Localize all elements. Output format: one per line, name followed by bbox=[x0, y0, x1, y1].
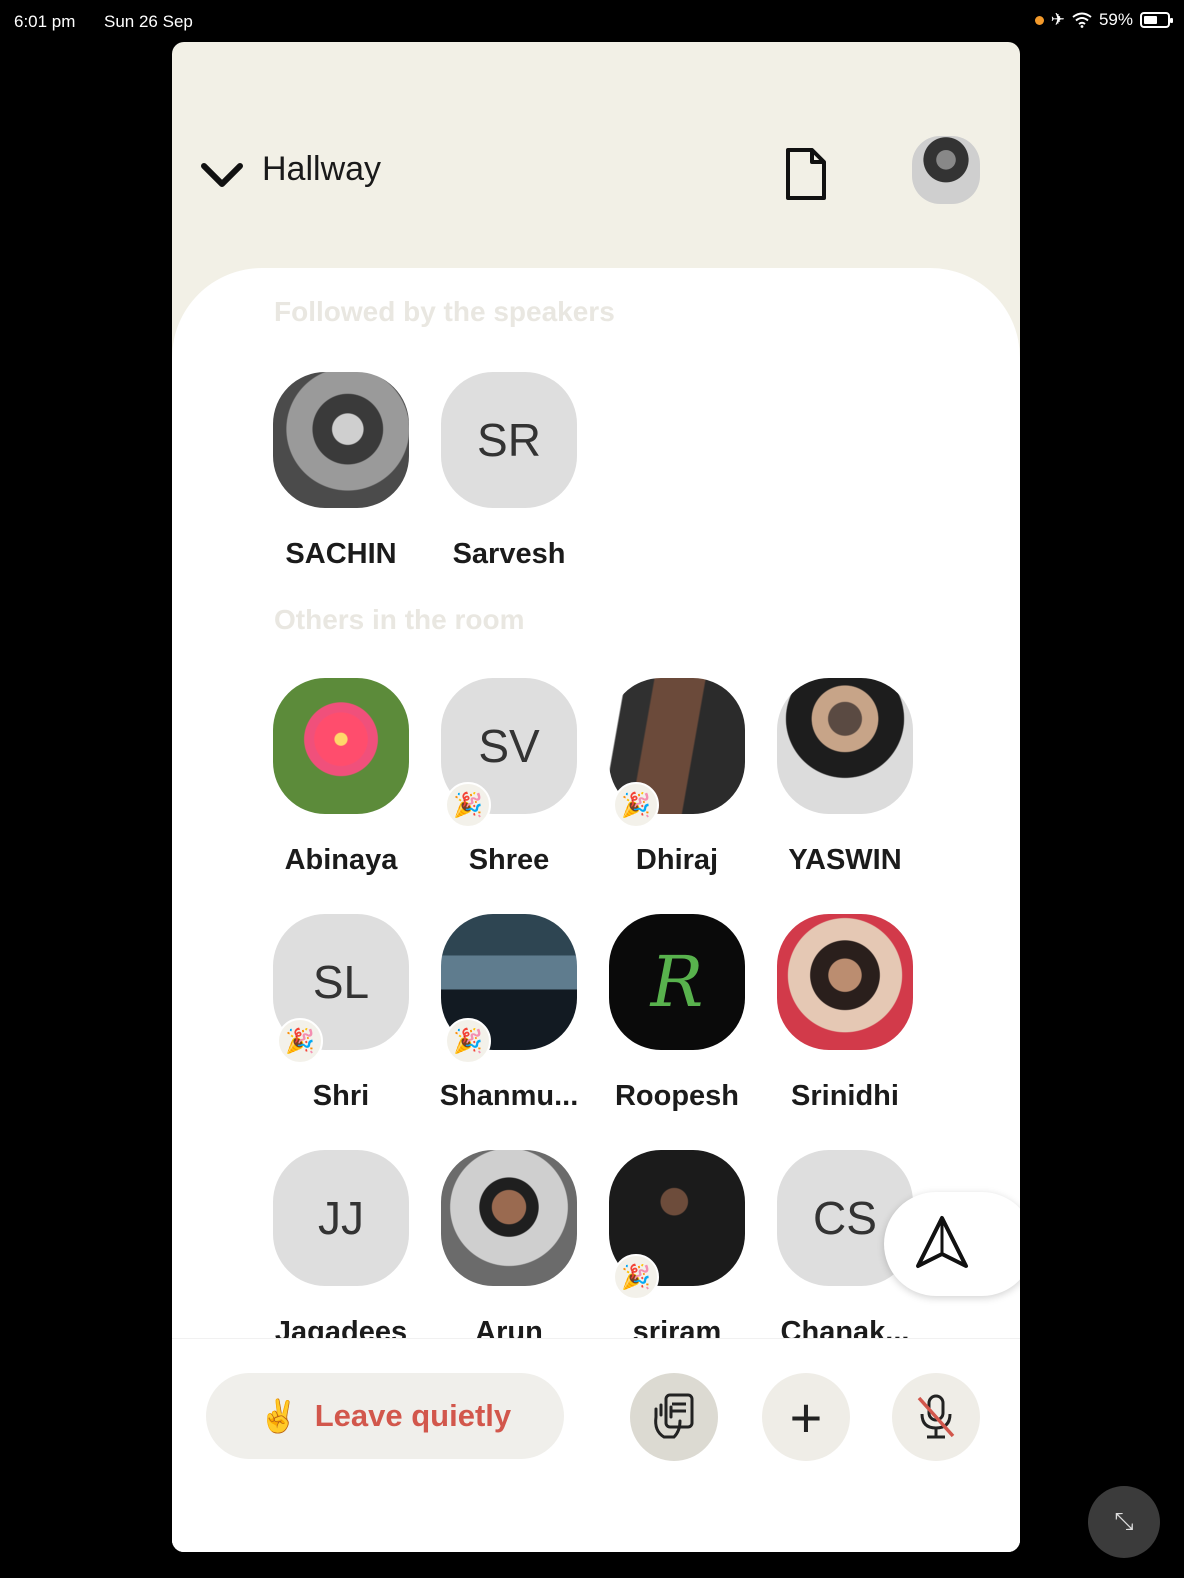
section-followed-title: Followed by the speakers bbox=[274, 296, 615, 327]
leave-quietly-label: Leave quietly bbox=[314, 1398, 512, 1433]
person-card[interactable]: Srinidhi bbox=[770, 914, 920, 1113]
recording-dot-icon bbox=[1034, 15, 1044, 25]
profile-avatar[interactable] bbox=[912, 136, 980, 204]
person-name: Sarvesh bbox=[452, 538, 566, 570]
person-card[interactable]: SACHIN bbox=[266, 372, 416, 571]
raise-hand-button[interactable] bbox=[630, 1373, 718, 1461]
person-card[interactable]: 🎉 Shanmu... bbox=[434, 914, 584, 1113]
avatar[interactable] bbox=[273, 372, 409, 508]
avatar[interactable]: SV 🎉 bbox=[441, 678, 577, 828]
person-name: Shree bbox=[468, 844, 550, 876]
add-button[interactable]: + bbox=[762, 1373, 850, 1461]
status-date: Sun 26 Sep bbox=[104, 12, 193, 31]
person-name: Dhiraj bbox=[635, 844, 719, 876]
mic-toggle-button[interactable] bbox=[892, 1373, 980, 1461]
mic-muted-icon bbox=[917, 1394, 955, 1439]
paper-plane-icon bbox=[916, 1216, 968, 1268]
party-popper-icon: 🎉 bbox=[277, 1018, 323, 1064]
person-name: Roopesh bbox=[614, 1080, 740, 1112]
person-name: Shanmu... bbox=[439, 1080, 579, 1112]
room-header: Hallway bbox=[172, 42, 1020, 302]
person-card[interactable]: R Roopesh bbox=[602, 914, 752, 1113]
person-name: YASWIN bbox=[788, 844, 902, 876]
avatar[interactable] bbox=[777, 914, 913, 1050]
battery-fill bbox=[1144, 16, 1157, 24]
battery-percentage: 59% bbox=[1098, 10, 1133, 29]
status-icons: ✈ 59% bbox=[1034, 10, 1173, 30]
person-card[interactable]: 🎉 Dhiraj bbox=[602, 678, 752, 877]
person-name: Abinaya bbox=[284, 844, 398, 876]
avatar[interactable] bbox=[441, 1150, 577, 1286]
wifi-icon bbox=[1072, 12, 1092, 28]
plus-icon: + bbox=[789, 1385, 823, 1449]
chevron-down-icon[interactable] bbox=[200, 160, 244, 190]
avatar[interactable]: SR bbox=[441, 372, 577, 508]
avatar[interactable]: R bbox=[609, 914, 745, 1050]
bottom-action-bar: ✌️ Leave quietly + bbox=[172, 1338, 1020, 1552]
airplane-icon: ✈ bbox=[1050, 10, 1065, 29]
party-popper-icon: 🎉 bbox=[613, 782, 659, 828]
raise-hand-icon bbox=[654, 1393, 694, 1439]
person-card[interactable]: SL 🎉 Shri bbox=[266, 914, 416, 1113]
party-popper-icon: 🎉 bbox=[613, 1254, 659, 1300]
person-name: Srinidhi bbox=[791, 1080, 899, 1112]
status-time: 6:01 pm bbox=[14, 12, 76, 31]
person-card[interactable]: Arun bbox=[434, 1150, 584, 1349]
avatar-initials: SV bbox=[478, 720, 540, 772]
person-card[interactable]: SR Sarvesh bbox=[434, 372, 584, 571]
room-title: Hallway bbox=[262, 150, 382, 188]
person-name: SACHIN bbox=[285, 538, 397, 570]
avatar[interactable] bbox=[777, 678, 913, 814]
person-card[interactable]: Abinaya bbox=[266, 678, 416, 877]
room-panel: Hallway Followed by the speakers SACHIN … bbox=[172, 42, 1020, 1552]
avatar[interactable]: 🎉 bbox=[609, 1150, 745, 1300]
person-name: Shri bbox=[312, 1080, 370, 1112]
avatar[interactable]: SL 🎉 bbox=[273, 914, 409, 1064]
peace-hand-icon: ✌️ bbox=[258, 1398, 299, 1434]
battery-icon bbox=[1140, 12, 1173, 28]
party-popper-icon: 🎉 bbox=[445, 1018, 491, 1064]
party-popper-icon: 🎉 bbox=[445, 782, 491, 828]
leave-quietly-button[interactable]: ✌️ Leave quietly bbox=[206, 1373, 564, 1459]
avatar[interactable]: 🎉 bbox=[441, 914, 577, 1064]
avatar[interactable] bbox=[273, 678, 409, 814]
status-bar: 6:01 pm Sun 26 Sep ✈ 59% bbox=[0, 0, 1184, 40]
person-card[interactable]: YASWIN bbox=[770, 678, 920, 877]
document-icon[interactable] bbox=[782, 146, 830, 202]
person-card[interactable]: JJ Jagadees bbox=[266, 1150, 416, 1349]
share-room-button[interactable] bbox=[884, 1192, 1020, 1296]
person-card[interactable]: 🎉 sriram bbox=[602, 1150, 752, 1349]
avatar[interactable]: JJ bbox=[273, 1150, 409, 1286]
avatar[interactable]: 🎉 bbox=[609, 678, 745, 828]
avatar-initials: SL bbox=[312, 956, 370, 1008]
person-card[interactable]: SV 🎉 Shree bbox=[434, 678, 584, 877]
section-others-title: Others in the room bbox=[274, 604, 525, 635]
minimize-icon[interactable]: ⤡ bbox=[1088, 1486, 1160, 1558]
